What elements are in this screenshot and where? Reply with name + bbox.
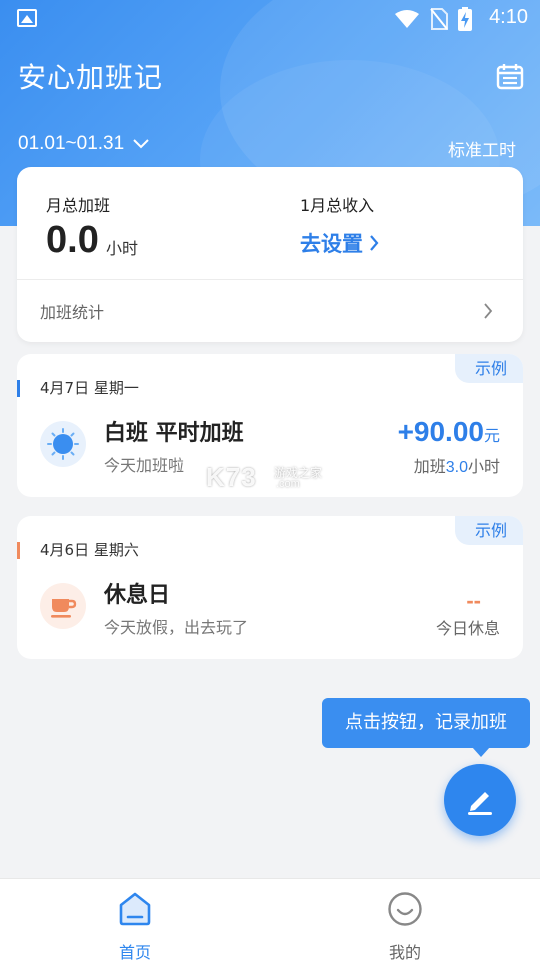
calendar-icon[interactable] [496,62,524,90]
monthly-overtime-value: 0.0 [46,219,99,261]
battery-charging-icon [458,7,472,31]
app-title: 安心加班记 [18,61,164,94]
record-note: 今天加班啦 [104,456,185,475]
monthly-income-label: 1月总收入 [300,196,375,215]
record-note: 今天放假，出去玩了 [104,618,249,637]
date-range-selector[interactable]: 01.01~01.31 [18,133,150,155]
set-income-link[interactable]: 去设置 [300,228,379,258]
summary-card: 月总加班 0.0 小时 1月总收入 去设置 加班统计 [17,167,523,342]
coffee-cup-icon [40,583,86,629]
sun-icon [40,421,86,467]
wifi-icon [395,10,419,28]
record-rest-label: 今日休息 [435,619,500,638]
monthly-overtime-label: 月总加班 [46,196,111,215]
standard-hours-button[interactable]: 标准工时 [448,136,516,161]
overtime-stats-label: 加班统计 [40,303,105,322]
watermark-logo: K73 游戏之家 .com [206,462,323,492]
example-tag: 示例 [454,516,523,545]
date-range-text: 01.01~01.31 [18,133,125,154]
add-record-button[interactable] [444,764,516,836]
chevron-right-icon [484,303,493,319]
record-date: 4月7日 星期一 [40,379,139,397]
clock: 4:10 [489,6,528,28]
tab-home[interactable]: 首页 [75,889,195,960]
record-card-workday[interactable]: 示例 4月7日 星期一 白班 平时加班 今天加班啦 +90.00元 加班3.0小… [17,354,523,497]
date-accent-bar [17,380,20,397]
pencil-icon [468,792,492,815]
example-tag: 示例 [454,354,523,383]
monthly-overtime-unit: 小时 [106,239,139,258]
chevron-right-icon [370,235,379,251]
image-notification-icon [17,9,37,27]
tab-home-label: 首页 [118,943,151,960]
bottom-tab-bar: 首页 我的 [0,878,540,960]
record-card-restday[interactable]: 示例 4月6日 星期六 休息日 今天放假，出去玩了 -- 今日休息 [17,516,523,659]
overtime-stats-row[interactable]: 加班统计 [17,280,523,342]
record-amount: +90.00元 [397,416,500,447]
date-accent-bar [17,542,20,559]
tab-profile[interactable]: 我的 [345,889,465,960]
home-icon [119,892,151,926]
record-date: 4月6日 星期六 [40,541,139,559]
chevron-down-icon [133,139,149,149]
tab-profile-label: 我的 [388,943,421,960]
record-hours: 加班3.0小时 [413,457,500,476]
profile-icon [388,892,422,926]
record-title: 白班 平时加班 [104,421,244,446]
record-title: 休息日 [104,583,171,608]
status-bar: 4:10 [0,0,540,38]
record-amount: -- [466,588,481,613]
no-sim-icon [430,8,448,30]
record-hint-tooltip: 点击按钮，记录加班 [322,698,530,757]
set-income-text: 去设置 [300,232,363,256]
